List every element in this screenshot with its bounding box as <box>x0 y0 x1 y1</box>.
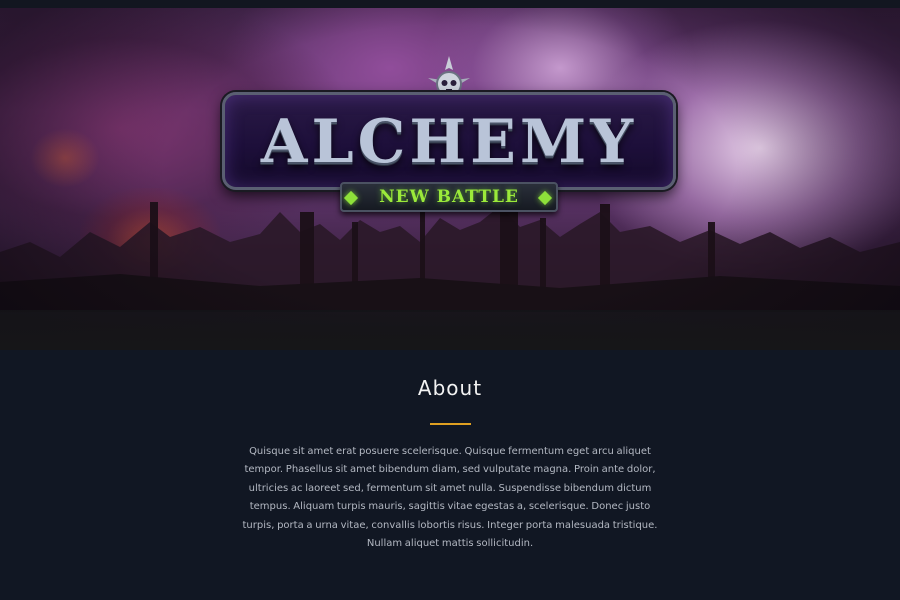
about-divider <box>430 423 471 425</box>
about-section: About Quisque sit amet erat posuere scel… <box>0 350 900 600</box>
about-title: About <box>417 376 483 400</box>
about-text: Quisque sit amet erat posuere scelerisqu… <box>242 446 658 550</box>
hero-banner: ALCHEMY NEW BATTLE <box>0 8 900 350</box>
top-bar <box>0 0 900 8</box>
game-logo: ALCHEMY NEW BATTLE <box>218 56 680 216</box>
hero-bottom-shade <box>0 310 900 350</box>
logo-subtitle: NEW BATTLE <box>379 187 519 207</box>
logo-title: ALCHEMY <box>260 107 638 177</box>
